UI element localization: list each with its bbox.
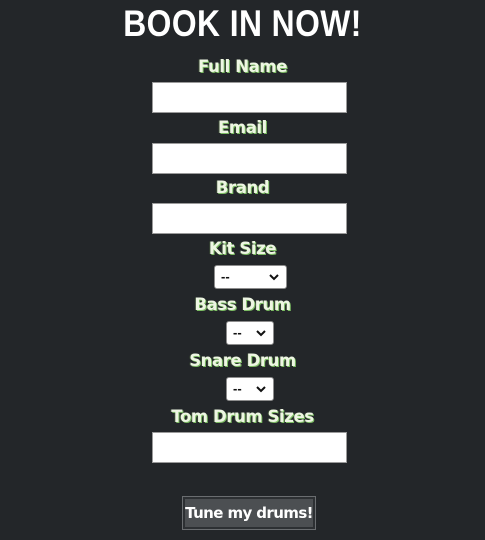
email-input[interactable] xyxy=(152,143,347,174)
brand-label: Brand xyxy=(215,178,270,197)
booking-form: BOOK IN NOW! Full Name Email Brand Kit S… xyxy=(0,0,485,540)
chevron-down-icon xyxy=(269,274,279,281)
tom-drum-sizes-label: Tom Drum Sizes xyxy=(171,407,314,426)
bass-drum-label: Bass Drum xyxy=(194,295,291,314)
snare-drum-selected-value: -- xyxy=(233,381,242,396)
kit-size-selected-value: -- xyxy=(221,269,230,284)
full-name-label: Full Name xyxy=(198,57,287,76)
full-name-input[interactable] xyxy=(152,82,347,113)
bass-drum-select[interactable]: -- xyxy=(226,321,274,345)
kit-size-select[interactable]: -- xyxy=(214,265,287,289)
brand-input[interactable] xyxy=(152,203,347,234)
snare-drum-label: Snare Drum xyxy=(189,351,296,370)
chevron-down-icon xyxy=(256,330,266,337)
submit-button[interactable]: Tune my drums! xyxy=(182,496,316,530)
bass-drum-selected-value: -- xyxy=(233,325,242,340)
form-title: BOOK IN NOW! xyxy=(123,3,362,44)
email-label: Email xyxy=(218,118,267,137)
chevron-down-icon xyxy=(256,386,266,393)
kit-size-label: Kit Size xyxy=(208,239,277,258)
tom-drum-sizes-input[interactable] xyxy=(152,432,347,463)
snare-drum-select[interactable]: -- xyxy=(226,377,274,401)
